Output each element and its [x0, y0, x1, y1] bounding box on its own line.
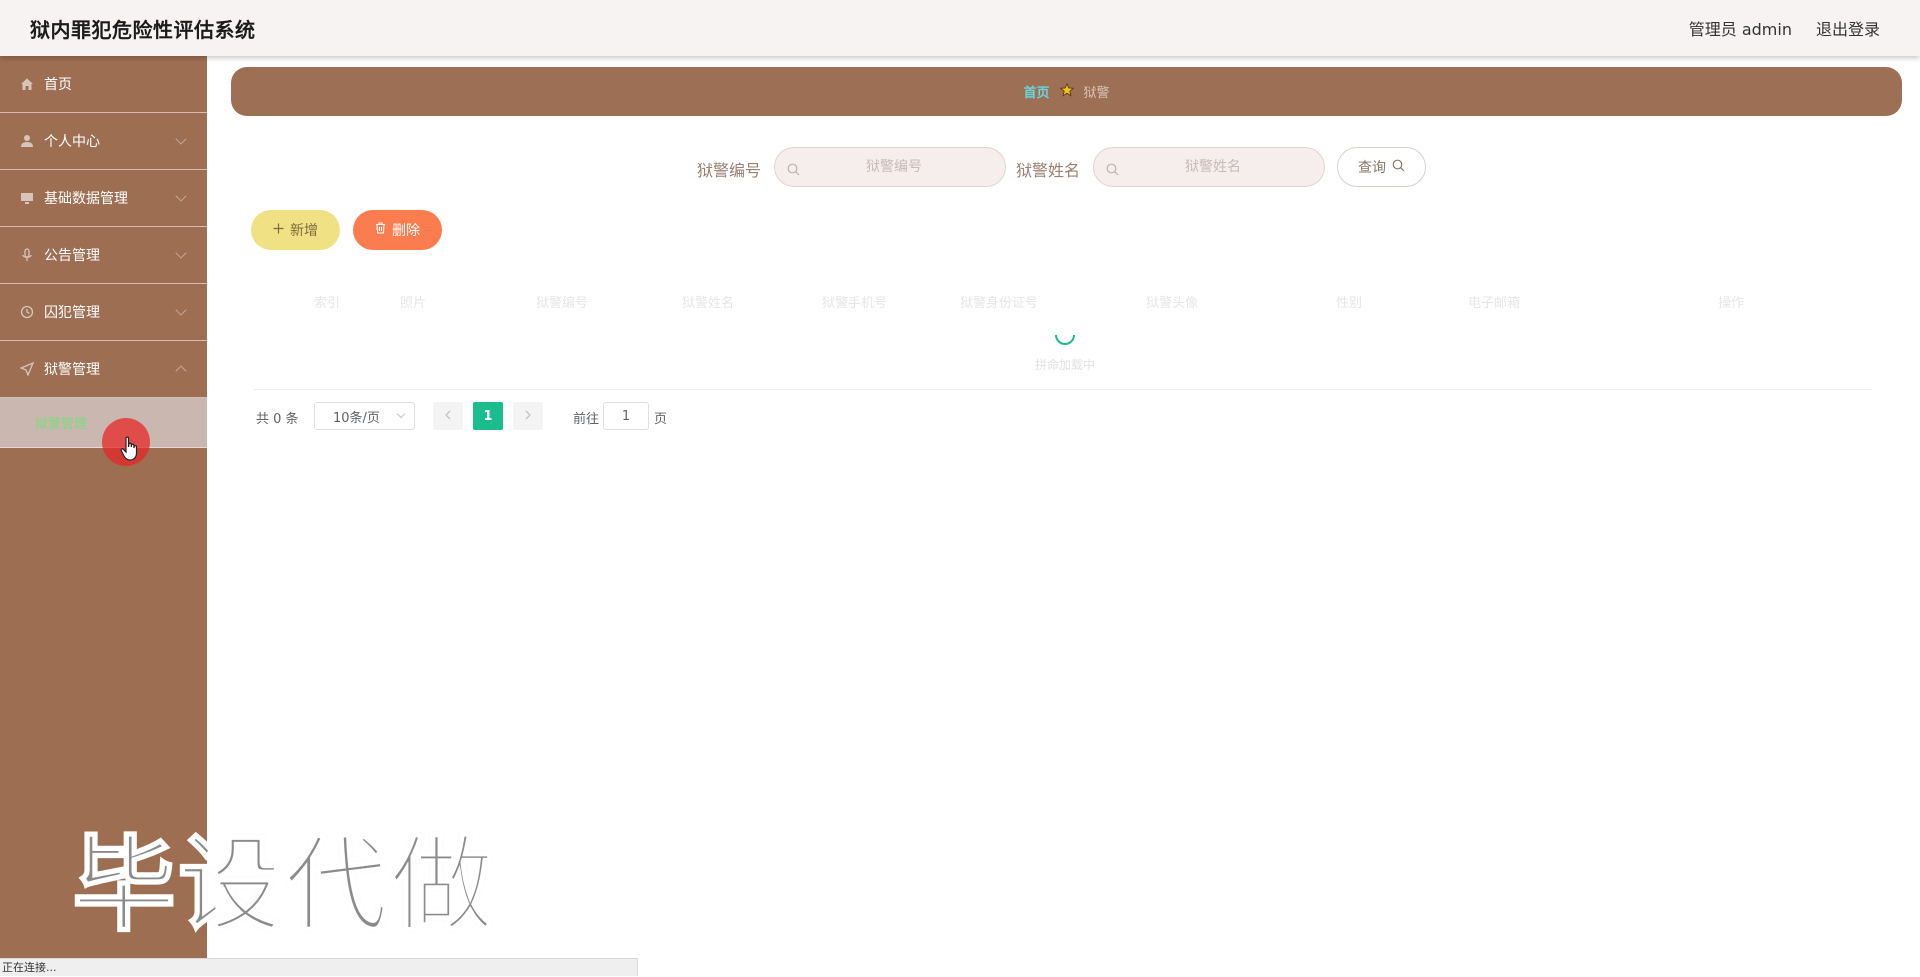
sidebar-item-label: 囚犯管理: [44, 305, 100, 321]
guard-id-label: 狱警编号: [697, 161, 762, 180]
search-form: 狱警编号 狱警姓名 查询: [0, 147, 1920, 187]
sidebar-item-notice[interactable]: 公告管理: [0, 227, 207, 284]
sidebar-item-home[interactable]: 首页: [0, 56, 207, 113]
sidebar-item-label: 基础数据管理: [44, 191, 128, 207]
column-header[interactable]: 狱警编号: [536, 292, 588, 311]
next-page-button[interactable]: [513, 402, 543, 430]
total-count: 共 0 条: [256, 412, 299, 427]
sidebar-item-label: 公告管理: [44, 248, 100, 264]
chevron-left-icon: [444, 409, 452, 424]
delete-button-label: 删除: [392, 223, 420, 239]
query-button[interactable]: 查询: [1337, 147, 1426, 187]
add-button-label: 新增: [290, 223, 318, 239]
page-size-value: 10条/页: [333, 410, 380, 426]
column-header[interactable]: 索引: [314, 292, 340, 311]
column-header: 操作: [1718, 296, 1745, 311]
guard-id-field[interactable]: [774, 147, 1006, 187]
page-size-select[interactable]: 10条/页: [314, 402, 415, 430]
sidebar-item-label: 首页: [44, 77, 72, 93]
microphone-icon: [20, 248, 34, 262]
column-header[interactable]: 狱警头像: [1146, 292, 1198, 311]
loading-indicator: 拼命加载中: [1030, 322, 1100, 373]
column-header[interactable]: 狱警姓名: [682, 292, 734, 311]
sidebar-item-prisoner[interactable]: 囚犯管理: [0, 284, 207, 341]
admin-user-label[interactable]: 管理员 admin: [1689, 16, 1792, 40]
hand-cursor-icon: [120, 436, 140, 466]
search-icon: [787, 161, 800, 180]
column-header[interactable]: 性别: [1336, 292, 1362, 311]
star-icon: [1059, 82, 1074, 101]
chevron-down-icon: [175, 247, 187, 259]
location-arrow-icon: [20, 362, 34, 376]
column-header[interactable]: 照片: [400, 292, 426, 311]
sidebar-item-guard[interactable]: 狱警管理: [0, 341, 207, 398]
chevron-down-icon: [175, 304, 187, 316]
plus-icon: [273, 222, 284, 238]
monitor-icon: [20, 191, 34, 205]
goto-page-input[interactable]: [603, 402, 649, 430]
column-header[interactable]: 狱警身份证号: [960, 292, 1038, 311]
page-unit-label: 页: [654, 412, 668, 427]
search-icon: [1106, 161, 1119, 180]
search-icon: [1392, 159, 1405, 176]
breadcrumb: 首页 狱警: [231, 67, 1902, 116]
guard-name-field[interactable]: [1093, 147, 1325, 187]
table-divider: [254, 389, 1872, 390]
breadcrumb-home-link[interactable]: 首页: [1023, 82, 1049, 101]
spinner-icon: [1055, 334, 1075, 345]
header-user-area: 管理员 admin 退出登录: [1689, 16, 1880, 40]
chevron-down-icon: [175, 133, 187, 145]
page-number-1[interactable]: 1: [473, 402, 503, 430]
chevron-up-icon: [175, 365, 187, 377]
add-button[interactable]: 新增: [251, 210, 340, 250]
user-icon: [20, 134, 34, 148]
chevron-down-icon: [175, 190, 187, 202]
query-button-label: 查询: [1358, 160, 1386, 176]
column-header[interactable]: 狱警手机号: [822, 292, 887, 311]
breadcrumb-current: 狱警: [1083, 86, 1110, 101]
loading-text: 拼命加载中: [1034, 358, 1095, 372]
chevron-down-icon: [396, 409, 406, 419]
browser-status-bar: 正在连接...: [0, 958, 638, 976]
trash-icon: [375, 222, 386, 238]
guard-id-input[interactable]: [775, 148, 1005, 186]
top-header: 狱内罪犯危险性评估系统 管理员 admin 退出登录: [0, 0, 1920, 56]
chevron-right-icon: [524, 409, 532, 424]
prev-page-button[interactable]: [433, 402, 463, 430]
guard-name-label: 狱警姓名: [1016, 161, 1081, 180]
goto-label: 前往: [573, 412, 600, 427]
column-header[interactable]: 电子邮箱: [1468, 292, 1520, 311]
home-icon: [20, 77, 34, 91]
delete-button[interactable]: 删除: [353, 210, 442, 250]
submenu-label: 狱警管理: [35, 417, 88, 432]
sidebar-item-label: 狱警管理: [44, 362, 100, 378]
clock-icon: [20, 305, 34, 319]
table-header: 索引 照片 狱警编号 狱警姓名 狱警手机号 狱警身份证号 狱警头像 性别 电子邮…: [254, 280, 1872, 321]
guard-name-input[interactable]: [1094, 148, 1324, 186]
watermark: 毕设代做: [71, 823, 497, 947]
logout-button[interactable]: 退出登录: [1816, 16, 1880, 40]
app-title: 狱内罪犯危险性评估系统: [30, 18, 256, 42]
